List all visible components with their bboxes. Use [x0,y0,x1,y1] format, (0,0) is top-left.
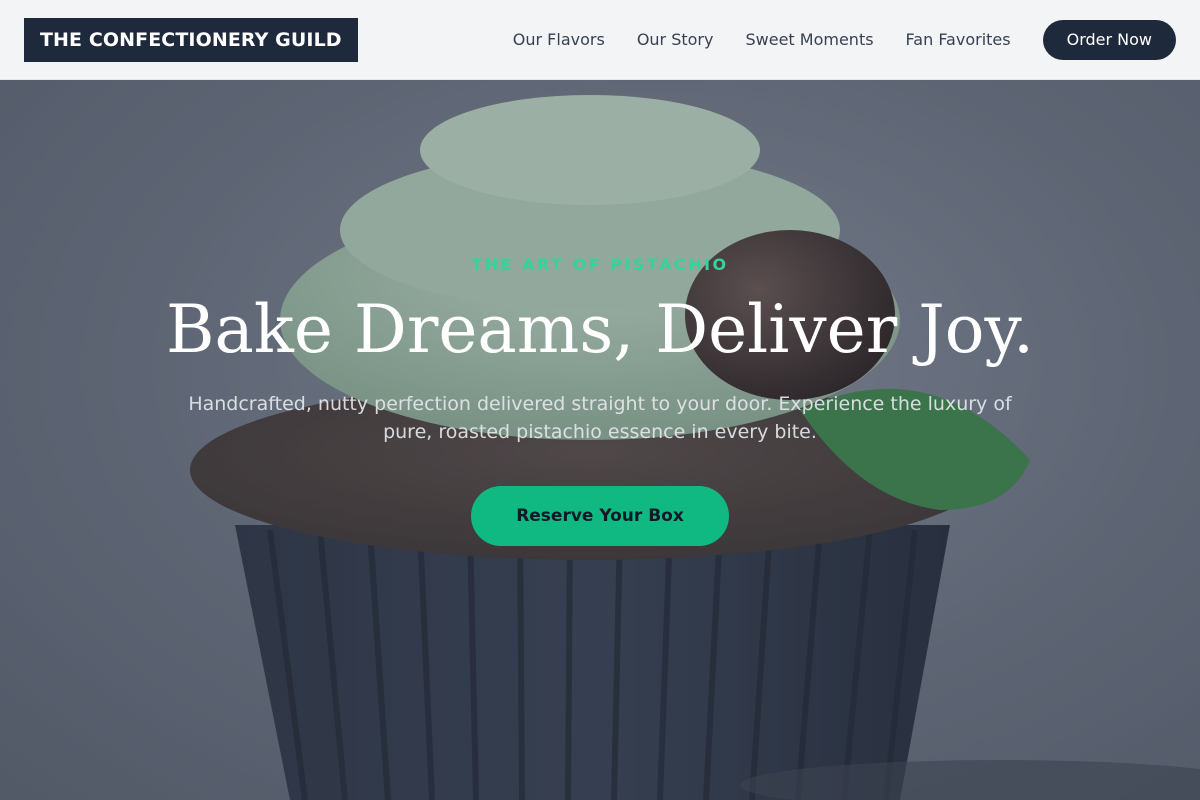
order-now-button[interactable]: Order Now [1042,19,1176,60]
site-header: THE CONFECTIONERY GUILD Our Flavors Our … [0,0,1200,80]
nav-link-our-story[interactable]: Our Story [637,30,714,49]
reserve-box-button[interactable]: Reserve Your Box [471,486,729,546]
nav-link-sweet-moments[interactable]: Sweet Moments [745,30,873,49]
main-nav: Our Flavors Our Story Sweet Moments Fan … [513,0,1176,80]
nav-link-our-flavors[interactable]: Our Flavors [513,30,605,49]
hero-headline: Bake Dreams, Deliver Joy. [166,291,1034,368]
hero-section: THE ART OF PISTACHIO Bake Dreams, Delive… [0,80,1200,800]
hero-content: THE ART OF PISTACHIO Bake Dreams, Delive… [0,80,1200,800]
logo[interactable]: THE CONFECTIONERY GUILD [24,17,358,62]
nav-link-fan-favorites[interactable]: Fan Favorites [906,30,1011,49]
hero-subtext: Handcrafted, nutty perfection delivered … [188,393,1012,443]
hero-eyebrow: THE ART OF PISTACHIO [471,255,729,274]
